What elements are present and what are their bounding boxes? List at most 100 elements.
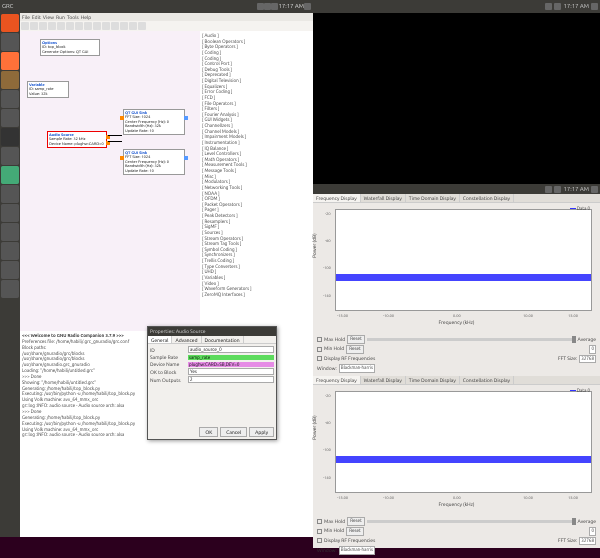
dialog-title[interactable]: Properties: Audio Source	[148, 327, 276, 336]
tab-const[interactable]: Constellation Display	[460, 376, 514, 384]
app-icon[interactable]	[1, 147, 19, 165]
copy-icon[interactable]	[66, 22, 74, 30]
sound-icon[interactable]	[264, 3, 271, 10]
black-window[interactable]	[313, 13, 600, 184]
reset-button[interactable]: Reset	[347, 335, 364, 344]
firefox-icon[interactable]	[1, 52, 19, 70]
samplerate-field[interactable]: samp_rate	[188, 355, 274, 360]
plot-area[interactable]	[335, 209, 592, 311]
dash-icon[interactable]	[1, 14, 19, 32]
block-audio-source[interactable]: Audio Source Sample Rate: 32 kHz Device …	[47, 131, 107, 148]
oktoblock-field[interactable]: Yes	[188, 368, 274, 375]
clock3[interactable]: 17:17 AM	[563, 186, 589, 193]
fft-plot-1[interactable]: Power (dB) Data 0 Frequency (kHz) -15.00…	[313, 203, 600, 333]
menu-view[interactable]: View	[43, 14, 54, 20]
software-icon[interactable]	[1, 90, 19, 108]
tab-time[interactable]: Time Domain Display	[406, 376, 460, 384]
kill-icon[interactable]	[120, 22, 128, 30]
fft-plot-2[interactable]: Power (dB) Data 0 Frequency (kHz) -15.00…	[313, 385, 600, 515]
tab-waterfall[interactable]: Waterfall Display	[361, 194, 406, 202]
cancel-button[interactable]: Cancel	[220, 427, 247, 437]
gear-icon[interactable]	[591, 3, 598, 10]
msg-port[interactable]	[184, 116, 188, 120]
block-tree[interactable]: [ Audio ][ Boolean Operators ][ Byte Ope…	[200, 31, 313, 331]
open-icon[interactable]	[30, 22, 38, 30]
execute-icon[interactable]	[111, 22, 119, 30]
connection[interactable]	[108, 135, 122, 136]
redo-icon[interactable]	[93, 22, 101, 30]
minhold-checkbox[interactable]	[317, 347, 322, 352]
id-field[interactable]: audio_source_0	[188, 346, 274, 353]
menu-tools[interactable]: Tools	[67, 14, 79, 20]
properties-dialog[interactable]: Properties: Audio Source General Advance…	[147, 326, 277, 440]
new-icon[interactable]	[21, 22, 29, 30]
block-qt-sink-1[interactable]: QT GUI Sink FFT Size: 1024 Center Freque…	[123, 109, 185, 135]
undo-icon[interactable]	[84, 22, 92, 30]
avg-slider[interactable]	[367, 338, 576, 341]
plot-area[interactable]	[335, 391, 592, 493]
menu-run[interactable]: Run	[56, 14, 65, 20]
tab-const[interactable]: Constellation Display	[460, 194, 514, 202]
clock[interactable]: 17:17 AM	[278, 3, 304, 10]
reset-button[interactable]: Reset	[347, 517, 364, 526]
app6-icon[interactable]	[1, 261, 19, 279]
window-combo[interactable]: Blackman-harris	[339, 364, 375, 373]
avg-combo[interactable]: 0	[589, 527, 596, 536]
clock2[interactable]: 17:17 AM	[563, 3, 589, 10]
gear-icon[interactable]	[304, 3, 311, 10]
msg-port[interactable]	[184, 156, 188, 160]
network-icon[interactable]	[545, 186, 552, 193]
close-icon[interactable]	[48, 22, 56, 30]
menu-file[interactable]: File	[22, 14, 30, 20]
maxhold-checkbox[interactable]	[317, 337, 322, 342]
tab-time[interactable]: Time Domain Display	[406, 194, 460, 202]
cut-icon[interactable]	[57, 22, 65, 30]
tab-freq[interactable]: Frequency Display	[313, 376, 361, 384]
tab-advanced[interactable]: Advanced	[172, 336, 201, 343]
files-icon[interactable]	[1, 33, 19, 51]
devicename-field[interactable]: plughw:CARD=SB,DEV=0	[188, 362, 274, 367]
settings-icon[interactable]	[1, 109, 19, 127]
numoutputs-field[interactable]: 2	[188, 376, 274, 383]
sound-icon[interactable]	[554, 3, 561, 10]
terminal-icon[interactable]	[1, 128, 19, 146]
menu-help[interactable]: Help	[81, 14, 91, 20]
tab-waterfall[interactable]: Waterfall Display	[361, 376, 406, 384]
generate-icon[interactable]	[102, 22, 110, 30]
flowgraph-canvas[interactable]: Options ID: top_block Generate Options: …	[20, 31, 200, 331]
ok-button[interactable]: OK	[199, 427, 218, 437]
reset-button[interactable]: Reset	[346, 345, 363, 354]
folder-icon[interactable]	[1, 71, 19, 89]
apply-button[interactable]: Apply	[249, 427, 274, 437]
app5-icon[interactable]	[1, 242, 19, 260]
block-options[interactable]: Options ID: top_block Generate Options: …	[40, 39, 100, 56]
fft-size-combo[interactable]: 32768	[579, 537, 596, 546]
network-icon[interactable]	[545, 3, 552, 10]
avg-combo[interactable]: 0	[589, 345, 596, 354]
reload-icon[interactable]	[129, 22, 137, 30]
sound-icon[interactable]	[554, 186, 561, 193]
save-icon[interactable]	[39, 22, 47, 30]
input-port[interactable]	[120, 156, 124, 160]
reset-button[interactable]: Reset	[346, 527, 363, 536]
app3-icon[interactable]	[1, 204, 19, 222]
tab-docs[interactable]: Documentation	[202, 336, 244, 343]
tab-freq[interactable]: Frequency Display	[313, 194, 361, 202]
block-variable[interactable]: Variable ID: samp_rate Value: 32k	[27, 81, 69, 98]
find-icon[interactable]	[138, 22, 146, 30]
network-icon[interactable]	[257, 3, 264, 10]
disprf-checkbox[interactable]	[317, 356, 322, 361]
minhold-checkbox[interactable]	[317, 529, 322, 534]
battery-icon[interactable]	[271, 3, 278, 10]
connection[interactable]	[108, 141, 122, 142]
block-qt-sink-2[interactable]: QT GUI Sink FFT Size: 1024 Center Freque…	[123, 149, 185, 175]
paste-icon[interactable]	[75, 22, 83, 30]
fft-size-combo[interactable]: 32768	[579, 355, 596, 364]
trash-icon[interactable]	[1, 280, 19, 298]
grc-icon[interactable]	[1, 166, 19, 184]
tab-general[interactable]: General	[148, 336, 172, 343]
app4-icon[interactable]	[1, 223, 19, 241]
category-item[interactable]: [ ZeroMQ Interfaces ]	[202, 292, 311, 298]
gear-icon[interactable]	[591, 186, 598, 193]
app2-icon[interactable]	[1, 185, 19, 203]
